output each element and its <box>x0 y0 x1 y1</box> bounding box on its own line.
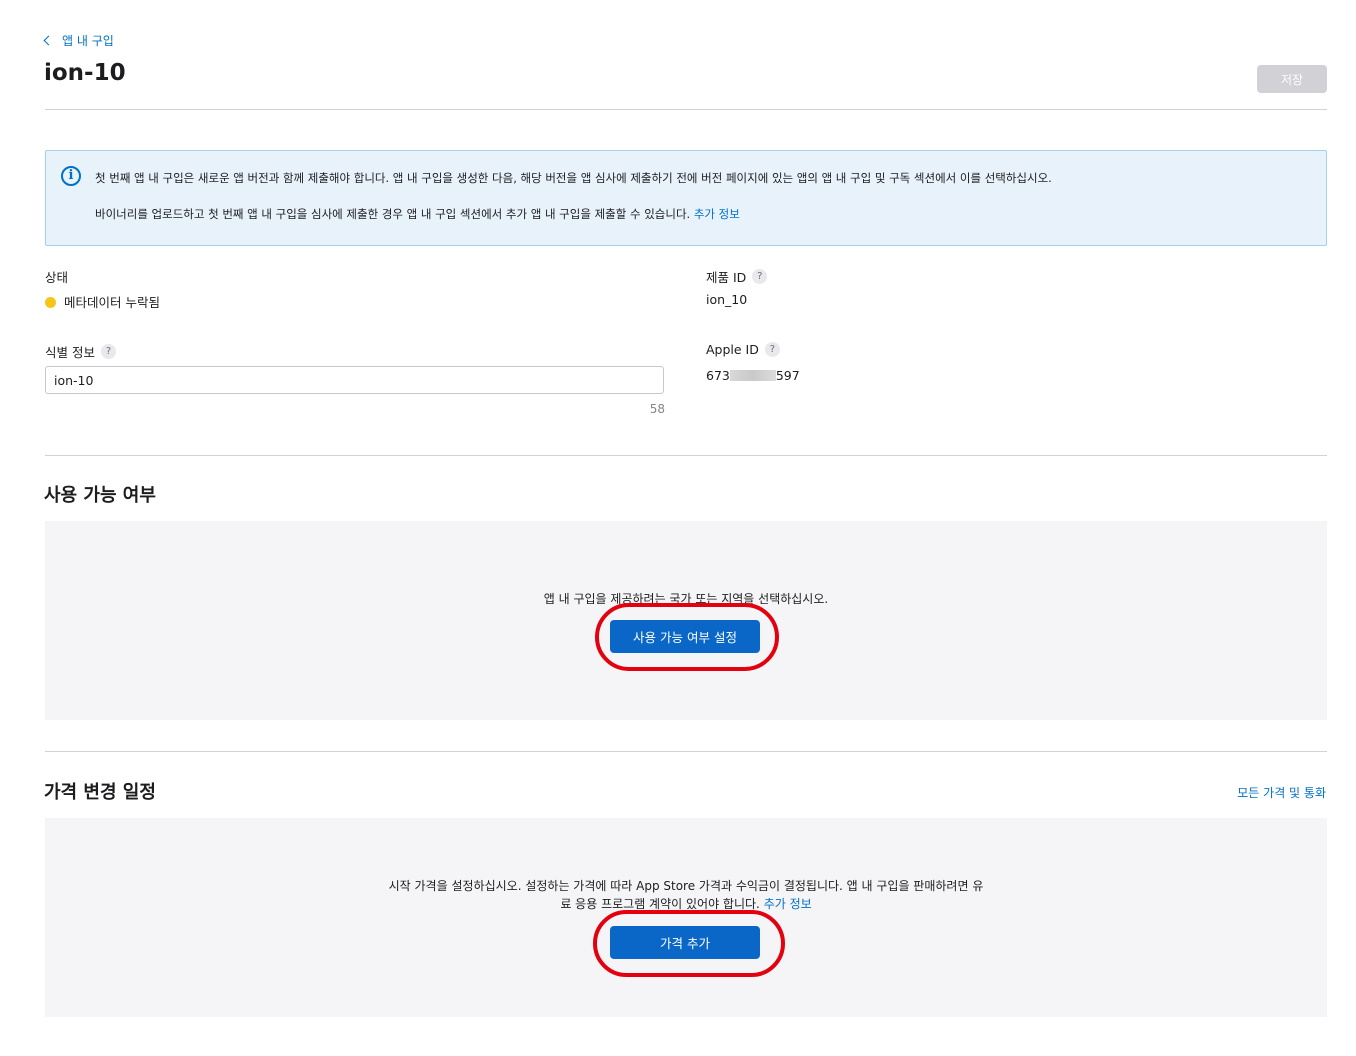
set-availability-button[interactable]: 사용 가능 여부 설정 <box>610 620 760 653</box>
help-icon[interactable]: ? <box>752 269 768 284</box>
reference-name-label: 식별 정보 ? <box>45 342 116 361</box>
redaction-block <box>729 370 776 381</box>
learn-more-link[interactable]: 추가 정보 <box>764 897 812 911</box>
status-value-text: 메타데이터 누락됨 <box>64 295 160 310</box>
header-divider <box>45 109 1327 110</box>
section-divider <box>45 455 1327 456</box>
availability-section-title: 사용 가능 여부 <box>44 485 156 506</box>
back-link[interactable]: 앱 내 구입 <box>43 32 114 49</box>
help-icon[interactable]: ? <box>764 342 780 357</box>
character-count: 58 <box>649 402 665 416</box>
info-icon: i <box>61 166 81 186</box>
chevron-left-icon <box>43 35 54 46</box>
apple-id-suffix: 597 <box>775 368 800 383</box>
section-divider <box>45 751 1327 752</box>
add-price-button[interactable]: 가격 추가 <box>610 926 760 959</box>
reference-name-input[interactable] <box>45 366 664 394</box>
back-link-label: 앱 내 구입 <box>62 34 114 48</box>
status-label: 상태 <box>45 267 68 286</box>
apple-id-value: 673 597 <box>706 368 800 383</box>
apple-id-label: Apple ID ? <box>706 342 780 357</box>
page-title: ion-10 <box>44 60 126 86</box>
price-message-line1: 시작 가격을 설정하십시오. 설정하는 가격에 따라 App Store 가격과… <box>388 879 984 893</box>
learn-more-link[interactable]: 추가 정보 <box>694 207 740 221</box>
all-prices-link[interactable]: 모든 가격 및 통화 <box>1180 784 1326 801</box>
apple-id-prefix: 673 <box>706 368 730 383</box>
reference-name-label-text: 식별 정보 <box>45 345 95 360</box>
price-message: 시작 가격을 설정하십시오. 설정하는 가격에 따라 App Store 가격과… <box>45 877 1327 913</box>
status-label-text: 상태 <box>45 270 69 285</box>
price-schedule-section-title: 가격 변경 일정 <box>44 782 156 803</box>
apple-id-label-text: Apple ID <box>706 342 759 357</box>
price-message-text: 료 응용 프로그램 계약이 있어야 합니다. <box>560 897 760 911</box>
info-text-line1: 첫 번째 앱 내 구입은 새로운 앱 버전과 함께 제출해야 합니다. 앱 내 … <box>95 171 1052 185</box>
save-button[interactable]: 저장 <box>1257 65 1327 93</box>
help-icon[interactable]: ? <box>100 344 116 359</box>
info-text: 바이너리를 업로드하고 첫 번째 앱 내 구입을 심사에 제출한 경우 앱 내 … <box>95 207 691 221</box>
status-dot-icon <box>45 297 56 308</box>
status-value: 메타데이터 누락됨 <box>45 292 160 311</box>
info-text-line2: 바이너리를 업로드하고 첫 번째 앱 내 구입을 심사에 제출한 경우 앱 내 … <box>95 206 740 222</box>
product-id-value: ion_10 <box>706 292 748 307</box>
product-id-label-text: 제품 ID <box>706 270 747 285</box>
info-banner <box>45 150 1327 246</box>
product-id-label: 제품 ID ? <box>706 267 768 286</box>
